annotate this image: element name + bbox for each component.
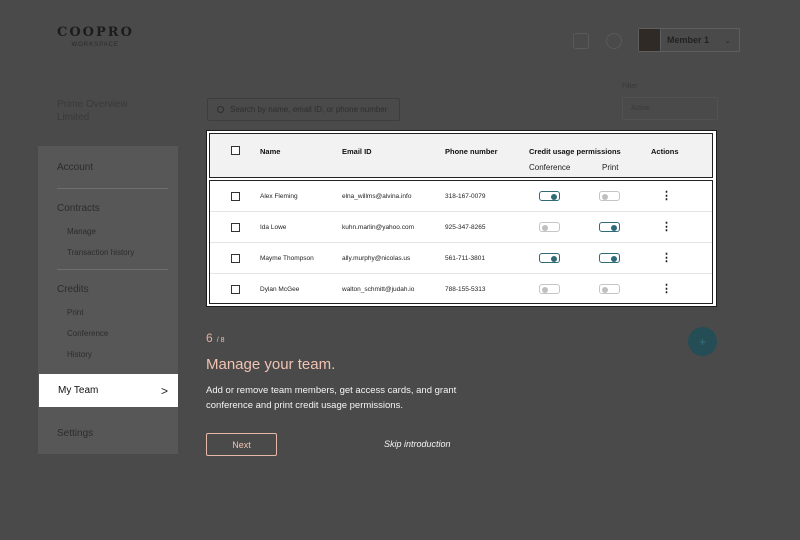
- row-actions-menu-icon[interactable]: ⋮: [661, 284, 672, 295]
- row-actions-menu-icon[interactable]: ⋮: [661, 191, 672, 202]
- print-toggle[interactable]: [599, 191, 620, 201]
- next-button[interactable]: Next: [206, 433, 277, 456]
- member-email: kuhn.marlin@yahoo.com: [342, 224, 414, 231]
- row-checkbox[interactable]: [231, 192, 240, 201]
- column-header-conference: Conference: [529, 163, 571, 172]
- row-checkbox[interactable]: [231, 285, 240, 294]
- member-phone: 318-167-0079: [445, 193, 486, 200]
- member-name: Mayme Thompson: [260, 255, 314, 262]
- column-header-phone: Phone number: [445, 147, 498, 156]
- row-checkbox[interactable]: [231, 223, 240, 232]
- member-email: ally.murphy@nicolas.us: [342, 255, 411, 262]
- table-row: Alex Fleming elna_willms@alvina.info 318-1…: [210, 181, 712, 212]
- column-header-permissions: Credit usage permissions: [529, 147, 621, 156]
- company-name: Prime Overview Limited: [57, 99, 128, 123]
- conference-toggle[interactable]: [539, 191, 560, 201]
- print-toggle[interactable]: [599, 284, 620, 294]
- column-header-print: Print: [602, 163, 619, 172]
- sidebar-item-credits[interactable]: Credits: [57, 284, 89, 295]
- member-phone: 925-347-8265: [445, 224, 486, 231]
- column-header-name: Name: [260, 147, 281, 156]
- member-phone: 788-155-5313: [445, 286, 486, 293]
- member-name: Dylan McGee: [260, 286, 300, 293]
- row-actions-menu-icon[interactable]: ⋮: [661, 222, 672, 233]
- divider: [57, 188, 168, 189]
- add-member-button[interactable]: +: [688, 327, 717, 356]
- sidebar-subitem-print[interactable]: Print: [67, 308, 83, 317]
- table-row: Mayme Thompson ally.murphy@nicolas.us 561-…: [210, 243, 712, 274]
- member-name: Alex Fleming: [260, 193, 298, 200]
- filter-label: Filter: [622, 83, 638, 90]
- tutorial-title: Manage your team.: [206, 356, 336, 373]
- sidebar-subitem-conference[interactable]: Conference: [67, 329, 108, 338]
- column-header-actions: Actions: [651, 147, 679, 156]
- company-logo[interactable]: COOPRO WORKSPACE: [57, 26, 132, 52]
- row-actions-menu-icon[interactable]: ⋮: [661, 253, 672, 264]
- print-toggle[interactable]: [599, 222, 620, 232]
- sidebar-item-contracts[interactable]: Contracts: [57, 203, 100, 214]
- team-table: Name Email ID Phone number Credit usage …: [206, 130, 717, 307]
- member-email: walton_schmitt@judah.io: [342, 286, 415, 293]
- table-body: Alex Fleming elna_willms@alvina.info 318-1…: [209, 180, 713, 304]
- avatar: [639, 29, 661, 51]
- print-toggle[interactable]: [599, 253, 620, 263]
- member-name: Ida Lowe: [260, 224, 287, 231]
- bell-icon[interactable]: [606, 33, 622, 49]
- skip-introduction-link[interactable]: Skip introduction: [384, 439, 451, 449]
- conference-toggle[interactable]: [539, 253, 560, 263]
- sidebar-subitem-history[interactable]: History: [67, 350, 92, 359]
- select-all-checkbox[interactable]: [231, 146, 240, 155]
- conference-toggle[interactable]: [539, 222, 560, 232]
- chevron-right-icon: >: [160, 383, 168, 398]
- sidebar-item-label: My Team: [58, 385, 99, 396]
- conference-toggle[interactable]: [539, 284, 560, 294]
- plus-icon: +: [698, 334, 706, 349]
- sidebar-item-my-team[interactable]: My Team >: [39, 374, 178, 407]
- search-placeholder: Search by name, email ID, or phone numbe…: [230, 105, 388, 114]
- divider: [57, 269, 168, 270]
- sidebar-item-settings[interactable]: Settings: [57, 428, 93, 439]
- row-checkbox[interactable]: [231, 254, 240, 263]
- chevron-down-icon: ⌄: [724, 35, 731, 45]
- table-row: Dylan McGee walton_schmitt@judah.io 788-15…: [210, 274, 712, 305]
- search-icon: [217, 106, 224, 113]
- step-counter: 6/ 8: [206, 331, 225, 345]
- table-header: Name Email ID Phone number Credit usage …: [209, 133, 713, 178]
- member-email: elna_willms@alvina.info: [342, 193, 412, 200]
- filter-select[interactable]: Active: [622, 97, 718, 120]
- profile-name: Member 1: [667, 35, 710, 45]
- sidebar-subitem-manage[interactable]: Manage: [67, 227, 96, 236]
- sidebar-item-account[interactable]: Account: [57, 162, 93, 173]
- tutorial-description: Add or remove team members, get access c…: [206, 385, 457, 411]
- calendar-icon[interactable]: [573, 33, 589, 49]
- table-row: Ida Lowe kuhn.marlin@yahoo.com 925-347-826…: [210, 212, 712, 243]
- sidebar: Account Contracts Manage Transaction his…: [38, 146, 178, 454]
- profile-dropdown[interactable]: Member 1 ⌄: [638, 28, 740, 52]
- member-phone: 561-711-3801: [445, 255, 485, 262]
- sidebar-subitem-transaction-history[interactable]: Transaction history: [67, 248, 134, 257]
- search-input[interactable]: Search by name, email ID, or phone numbe…: [207, 98, 400, 121]
- column-header-email: Email ID: [342, 147, 372, 156]
